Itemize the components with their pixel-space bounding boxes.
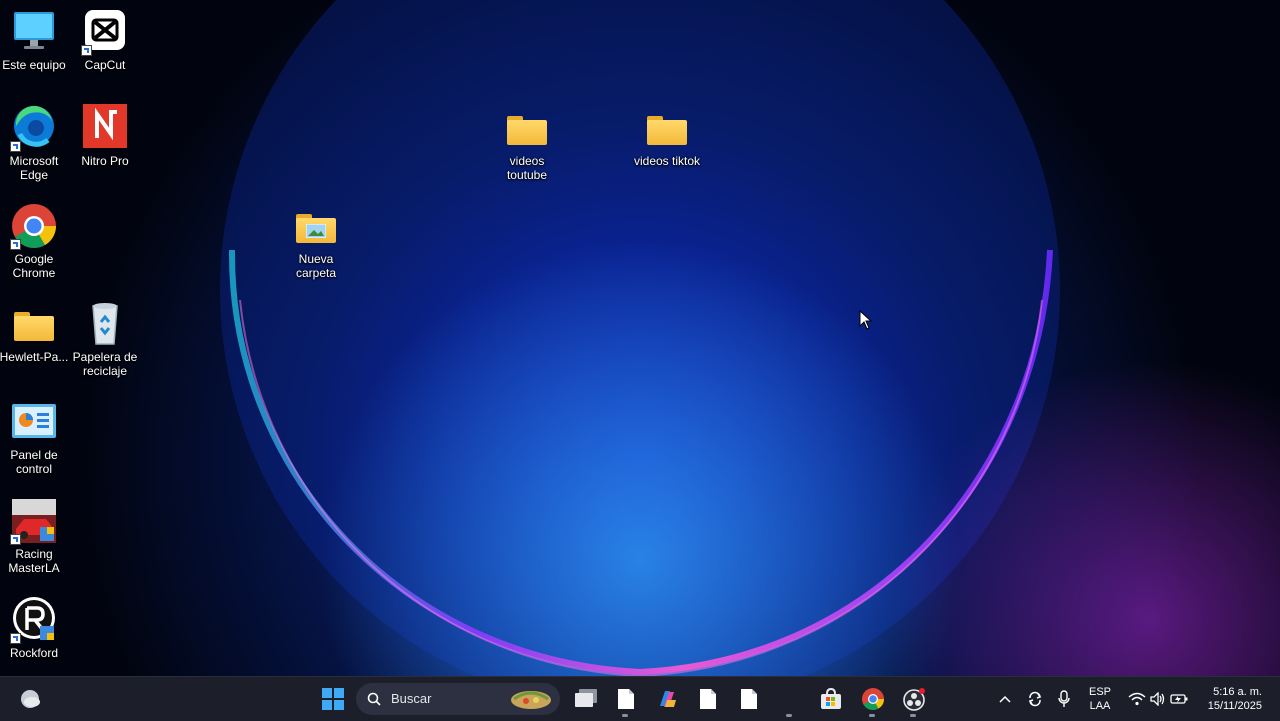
- desktop-icon-nitro-pro[interactable]: Nitro Pro: [69, 104, 141, 168]
- sync-tray-button[interactable]: [1019, 683, 1051, 715]
- task-view-button[interactable]: [570, 683, 602, 715]
- shortcut-arrow-icon: [10, 239, 21, 250]
- shortcut-arrow-icon: [10, 141, 21, 152]
- folder-icon: [643, 104, 691, 152]
- rockford-icon: [10, 596, 58, 644]
- folder-icon: [503, 104, 551, 152]
- icon-label: Papelera de reciclaje: [72, 350, 138, 378]
- taskbar-app-file-2[interactable]: [692, 683, 724, 715]
- taskbar-app-file-1[interactable]: [610, 683, 642, 717]
- recycle-bin-icon: [81, 300, 129, 348]
- task-view-icon: [575, 689, 597, 707]
- racing-game-icon: [10, 497, 58, 545]
- file-icon: [741, 689, 757, 709]
- taskbar-app-blank[interactable]: [774, 683, 806, 717]
- icon-label: Panel de control: [10, 448, 58, 476]
- clock-date: 15/11/2025: [1207, 700, 1262, 712]
- language-indicator[interactable]: ESP LAA: [1084, 685, 1116, 713]
- nitro-pro-icon: [81, 104, 129, 152]
- icon-label: CapCut: [84, 58, 126, 72]
- taskbar-search-box[interactable]: Buscar: [356, 683, 560, 715]
- folder-pictures-icon: [292, 202, 340, 250]
- desktop-folder-nueva-carpeta[interactable]: Nueva carpeta: [280, 202, 352, 280]
- chevron-up-icon: [999, 695, 1011, 703]
- search-highlight-icon: [511, 691, 551, 709]
- shortcut-arrow-icon: [10, 633, 21, 644]
- desktop-icon-papelera[interactable]: Papelera de reciclaje: [69, 300, 141, 378]
- keyboard-layout: LAA: [1089, 700, 1111, 712]
- desktop-icon-chrome[interactable]: Google Chrome: [0, 202, 70, 280]
- volume-icon: [1150, 692, 1165, 706]
- taskbar-app-obs[interactable]: [898, 683, 930, 717]
- obs-icon: [903, 688, 925, 711]
- desktop-icon-rockford[interactable]: Rockford: [0, 596, 70, 660]
- taskbar-app-file-3[interactable]: [733, 683, 765, 715]
- desktop-icon-hewlett-packard[interactable]: Hewlett-Pa...: [0, 300, 70, 364]
- network-volume-battery-button[interactable]: [1124, 683, 1192, 715]
- control-panel-icon: [10, 398, 58, 446]
- desktop-wallpaper: [0, 0, 1280, 676]
- shortcut-arrow-icon: [81, 45, 92, 56]
- shortcut-arrow-icon: [10, 534, 21, 545]
- search-label: Buscar: [391, 691, 432, 706]
- edge-icon: [10, 104, 58, 152]
- show-hidden-icons-button[interactable]: [989, 683, 1021, 715]
- chrome-icon: [10, 202, 58, 250]
- desktop-icon-edge[interactable]: Microsoft Edge: [0, 104, 70, 182]
- sync-icon: [1028, 691, 1042, 707]
- running-indicator: [869, 714, 875, 717]
- start-button[interactable]: [317, 683, 349, 715]
- icon-label: Este equipo: [2, 58, 66, 72]
- folder-icon: [10, 300, 58, 348]
- taskbar-app-chrome[interactable]: [857, 683, 889, 717]
- clock-time: 5:16 a. m.: [1213, 686, 1262, 698]
- monitor-icon: [10, 8, 58, 56]
- icon-label: Racing MasterLA: [8, 547, 60, 575]
- taskbar-app-store[interactable]: [815, 683, 847, 715]
- clock[interactable]: 5:16 a. m. 15/11/2025: [1208, 685, 1262, 713]
- mouse-cursor-icon: [859, 310, 873, 330]
- search-icon: [367, 692, 381, 706]
- battery-icon: [1170, 694, 1188, 704]
- icon-label: videos toutube: [506, 154, 548, 182]
- running-indicator: [622, 714, 628, 717]
- taskbar: Buscar ESP LAA 5:16 a. m. 15/11/2025: [0, 676, 1280, 721]
- store-icon: [821, 688, 841, 709]
- chrome-icon: [862, 688, 884, 710]
- desktop-icon-panel-de-control[interactable]: Panel de control: [0, 398, 70, 476]
- icon-label: Rockford: [9, 646, 59, 660]
- running-indicator: [786, 714, 792, 717]
- running-indicator: [910, 714, 916, 717]
- desktop-icon-este-equipo[interactable]: Este equipo: [0, 8, 70, 72]
- desktop-icon-capcut[interactable]: CapCut: [69, 8, 141, 72]
- file-icon: [700, 689, 716, 709]
- windows-start-icon: [322, 688, 344, 710]
- weather-widget[interactable]: [14, 683, 46, 715]
- language-code: ESP: [1088, 686, 1111, 698]
- icon-label: Nitro Pro: [81, 154, 129, 168]
- microphone-tray-button[interactable]: [1048, 683, 1080, 715]
- capcut-icon: [81, 8, 129, 56]
- icon-label: Google Chrome: [12, 252, 56, 280]
- desktop-folder-videos-youtube[interactable]: videos toutube: [491, 104, 563, 182]
- icon-label: Hewlett-Pa...: [0, 350, 69, 364]
- file-icon: [618, 689, 634, 709]
- weather-icon: [21, 690, 40, 708]
- icon-label: videos tiktok: [633, 154, 701, 168]
- copilot-icon: [660, 691, 676, 707]
- wifi-icon: [1128, 692, 1146, 706]
- icon-label: Nueva carpeta: [295, 252, 337, 280]
- desktop-folder-videos-tiktok[interactable]: videos tiktok: [631, 104, 703, 168]
- icon-label: Microsoft Edge: [9, 154, 59, 182]
- taskbar-app-copilot[interactable]: [651, 683, 683, 715]
- desktop-icon-racing-masterla[interactable]: Racing MasterLA: [0, 497, 70, 575]
- microphone-icon: [1058, 690, 1070, 707]
